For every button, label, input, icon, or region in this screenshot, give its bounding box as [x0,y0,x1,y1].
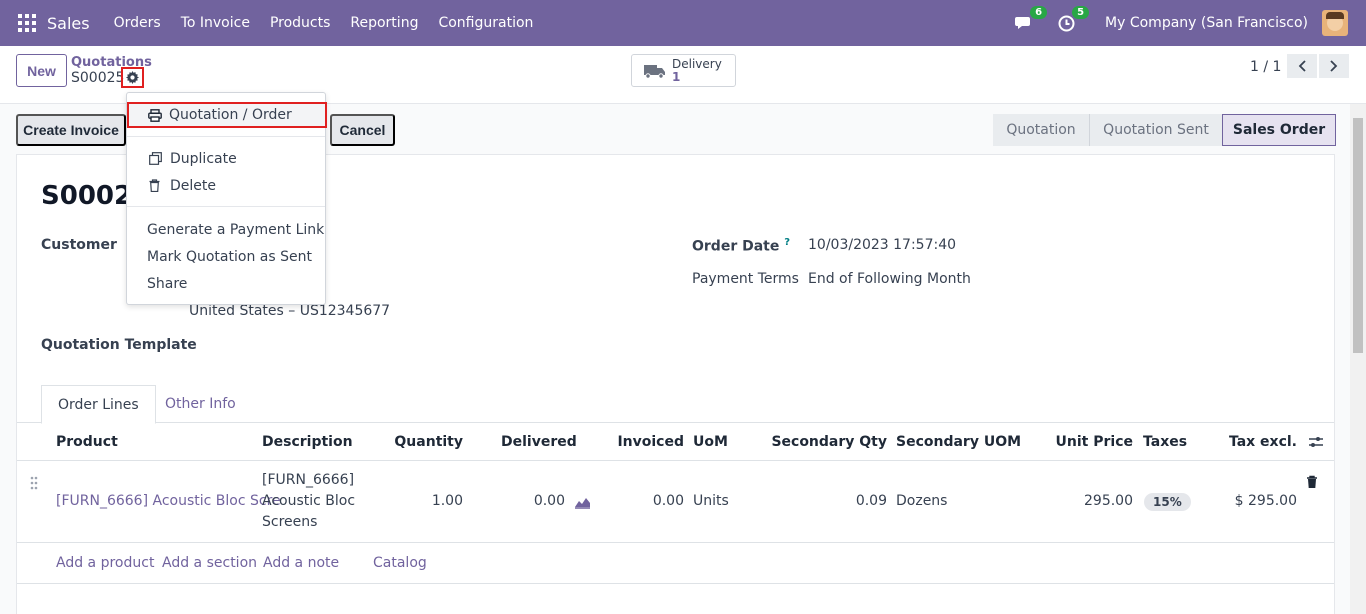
stage-quotation-sent[interactable]: Quotation Sent [1089,114,1222,146]
order-lines-header: Product Description Quantity Delivered I… [17,423,1334,461]
menu-products[interactable]: Products [270,15,330,31]
delete-item[interactable]: Delete [127,172,325,199]
top-navbar: Sales Orders To Invoice Products Reporti… [0,0,1366,46]
gear-icon [126,71,139,84]
catalog-link[interactable]: Catalog [373,555,427,571]
activities-button[interactable]: 5 [1055,6,1090,34]
col-taxes[interactable]: Taxes [1143,434,1187,450]
pager-value[interactable]: 1 / 1 [1250,59,1281,75]
mark-quotation-sent-item[interactable]: Mark Quotation as Sent [127,243,325,270]
chevron-right-icon [1330,60,1338,72]
payment-terms-label: Payment Terms [692,271,799,287]
optional-columns-icon[interactable] [1308,435,1324,449]
menu-reporting[interactable]: Reporting [350,15,418,31]
dropdown-divider [127,206,325,207]
cell-tax-excl: $ 295.00 [1234,493,1297,509]
col-tax-excl[interactable]: Tax excl. [1229,434,1297,450]
col-invoiced[interactable]: Invoiced [617,434,684,450]
cell-tax-badge[interactable]: 15% [1144,493,1191,511]
menu-to-invoice[interactable]: To Invoice [181,15,250,31]
col-secondary-qty[interactable]: Secondary Qty [771,434,887,450]
cell-description-line-1[interactable]: [FURN_6666] [262,472,354,488]
notebook-tabs: Order Lines Other Info [17,385,1334,424]
messages-count-badge: 6 [1030,6,1048,19]
page-scrollbar[interactable] [1350,104,1366,614]
delete-label: Delete [170,177,216,194]
cell-uom[interactable]: Units [693,493,729,509]
cell-invoiced[interactable]: 0.00 [653,493,684,509]
pager-next-button[interactable] [1319,54,1349,78]
dropdown-divider [127,136,325,137]
messages-button[interactable]: 6 [1013,6,1048,34]
order-date-value[interactable]: 10/03/2023 17:57:40 [808,237,956,253]
tab-other-info[interactable]: Other Info [149,385,252,423]
chat-icon [1015,17,1031,29]
duplicate-item[interactable]: Duplicate [127,145,325,172]
menu-configuration[interactable]: Configuration [438,15,533,31]
col-product[interactable]: Product [56,434,118,450]
order-date-help-icon[interactable]: ? [784,237,790,248]
add-product-link[interactable]: Add a product [56,555,154,571]
delivery-label: Delivery [672,56,722,71]
cell-unit-price[interactable]: 295.00 [1084,493,1133,509]
trash-icon [149,179,163,192]
cell-secondary-qty[interactable]: 0.09 [856,493,887,509]
truck-icon [644,64,665,79]
company-switcher[interactable]: My Company (San Francisco) [1105,15,1308,31]
clock-icon [1058,15,1075,31]
delivery-count: 1 [672,69,681,84]
actions-dropdown-menu: Quotation / Order Duplicate Delete Gener… [126,92,327,305]
trash-icon[interactable] [1306,475,1318,489]
cell-description-line-2[interactable]: Acoustic Bloc [262,493,355,509]
stage-sales-order[interactable]: Sales Order [1222,114,1336,146]
stage-quotation[interactable]: Quotation [993,114,1089,146]
cell-product[interactable]: [FURN_6666] Acoustic Bloc Scre [56,493,281,509]
table-row[interactable]: [FURN_6666] Acoustic Bloc Scre [FURN_666… [17,462,1334,543]
col-description[interactable]: Description [262,434,353,450]
quotation-template-label: Quotation Template [41,337,197,353]
customer-address-line: United States – US12345677 [189,303,391,319]
cell-quantity[interactable]: 1.00 [432,493,463,509]
generate-payment-link-item[interactable]: Generate a Payment Link [127,216,325,243]
col-unit-price[interactable]: Unit Price [1056,434,1133,450]
add-section-link[interactable]: Add a section [162,555,257,571]
print-quotation-order-label: Quotation / Order [169,107,292,123]
col-uom[interactable]: UoM [693,434,728,450]
pager-previous-button[interactable] [1287,54,1317,78]
print-quotation-order-item[interactable]: Quotation / Order [127,102,327,128]
app-name[interactable]: Sales [47,14,90,33]
chevron-left-icon [1298,60,1306,72]
payment-terms-value[interactable]: End of Following Month [808,271,971,287]
col-quantity[interactable]: Quantity [394,434,463,450]
activities-count-badge: 5 [1072,6,1090,19]
create-invoice-button[interactable]: Create Invoice [16,114,126,146]
stage-pipeline: Quotation Quotation Sent Sales Order [993,114,1336,146]
cell-description-line-3[interactable]: Screens [262,514,317,530]
user-avatar[interactable] [1322,10,1348,36]
new-button[interactable]: New [16,54,67,87]
scrollbar-thumb[interactable] [1353,118,1363,353]
share-item[interactable]: Share [127,270,325,297]
cell-delivered[interactable]: 0.00 [534,493,565,509]
drag-handle-icon[interactable] [30,476,38,490]
actions-gear-button[interactable] [121,67,144,88]
customer-label: Customer [41,237,117,253]
col-delivered[interactable]: Delivered [501,434,577,450]
printer-icon [148,108,162,122]
cell-secondary-uom[interactable]: Dozens [896,493,947,509]
forecast-chart-icon[interactable] [574,495,591,509]
cancel-button[interactable]: Cancel [330,114,395,146]
delivery-smart-button[interactable]: Delivery 1 [631,54,736,87]
order-date-label-text: Order Date [692,238,780,255]
menu-orders[interactable]: Orders [114,15,161,31]
add-note-link[interactable]: Add a note [263,555,339,571]
order-date-label: Order Date ? [692,237,790,255]
apps-menu-icon[interactable] [18,14,36,32]
breadcrumb-record-name: S00025 [71,70,125,86]
col-secondary-uom[interactable]: Secondary UOM [896,434,1021,450]
duplicate-label: Duplicate [170,150,237,167]
copy-icon [149,152,163,165]
tab-order-lines[interactable]: Order Lines [41,385,156,424]
add-line-row: Add a product Add a section Add a note C… [17,544,1334,584]
